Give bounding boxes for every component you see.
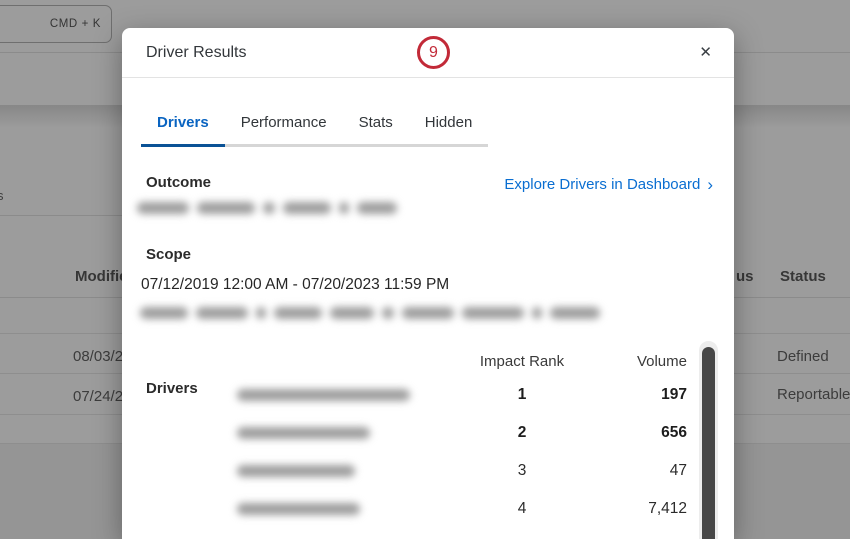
driver-row: 4 7,412 [237,490,687,528]
tab-stats[interactable]: Stats [343,106,409,144]
redacted-text [263,202,275,214]
redacted-text [274,307,322,319]
clipped-text-fragment: s [0,188,4,203]
outcome-redacted-value [137,200,397,216]
impact-rank-column-header: Impact Rank [479,352,565,370]
close-icon[interactable]: ✕ [699,45,712,60]
scope-redacted-value [140,305,600,321]
screen: CMD + K s Modified us Status 08/03/2 07/… [0,0,850,539]
redacted-text [462,307,524,319]
driver-row: 3 47 [237,452,687,490]
redacted-driver-name [237,427,370,439]
drivers-table: Impact Rank Volume 1 197 2 656 3 47 4 7,… [237,346,687,528]
volume-value: 656 [661,424,687,441]
tab-drivers[interactable]: Drivers [141,106,225,147]
redacted-text [402,307,454,319]
volume-value: 47 [669,462,687,479]
modal-title: Driver Results [146,43,247,61]
volume-column-header: Volume [636,352,687,370]
drivers-heading: Drivers [146,380,198,397]
redacted-text [283,202,331,214]
annotation-circle-9: 9 [417,36,450,69]
impact-rank-value: 2 [517,424,527,441]
explore-drivers-link-label: Explore Drivers in Dashboard [504,176,701,193]
redacted-text [382,307,394,319]
tab-performance[interactable]: Performance [225,106,343,144]
global-search-box: CMD + K [0,5,112,43]
scope-date-range: 07/12/2019 12:00 AM - 07/20/2023 11:59 P… [141,276,450,293]
redacted-driver-name [237,465,355,477]
driver-row: 1 197 [237,376,687,414]
drivers-table-header: Impact Rank Volume [237,346,687,376]
driver-results-modal: Driver Results 9 ✕ Drivers Performance S… [122,28,734,539]
impact-rank-value: 1 [517,386,527,403]
bg-cell-modified-date: 08/03/2 [73,348,124,365]
bg-cell-modified-date: 07/24/2 [73,388,124,405]
modal-header: Driver Results 9 ✕ [122,28,734,78]
driver-row: 2 656 [237,414,687,452]
keyboard-shortcut-hint: CMD + K [49,18,101,30]
tab-bar: Drivers Performance Stats Hidden [141,106,489,147]
redacted-text [256,307,266,319]
redacted-text [196,307,248,319]
tab-hidden[interactable]: Hidden [409,106,489,144]
outcome-heading: Outcome [146,174,212,191]
redacted-text [197,202,255,214]
bg-panel-divider [0,215,130,216]
redacted-text [330,307,374,319]
bg-column-header-fragment: us [736,268,754,285]
redacted-driver-name [237,389,410,401]
redacted-text [137,202,189,214]
explore-drivers-link[interactable]: Explore Drivers in Dashboard › [504,176,713,193]
impact-rank-value: 4 [517,500,527,517]
scrollbar-thumb[interactable] [702,347,715,539]
redacted-text [140,307,188,319]
scope-heading: Scope [146,246,192,263]
redacted-text [357,202,397,214]
impact-rank-value: 3 [517,462,527,479]
bg-cell-status: Reportable [777,386,850,403]
redacted-driver-name [237,503,360,515]
bg-cell-status: Defined [777,348,829,365]
redacted-text [532,307,542,319]
scrollbar-track[interactable] [699,341,718,539]
redacted-text [339,202,349,214]
bg-column-header-status: Status [780,268,826,285]
redacted-text [550,307,600,319]
chevron-right-icon: › [707,175,713,194]
annotation-number: 9 [429,43,438,61]
volume-value: 197 [661,386,687,403]
volume-value: 7,412 [648,500,687,517]
